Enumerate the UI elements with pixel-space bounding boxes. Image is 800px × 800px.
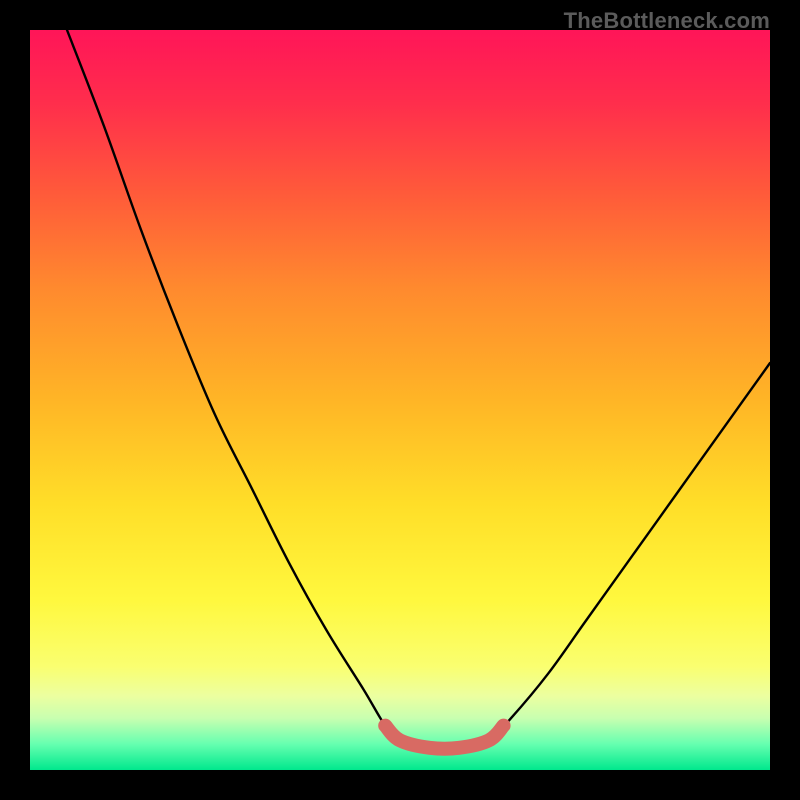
bottleneck-curve-line bbox=[67, 30, 770, 749]
chart-lines-layer bbox=[30, 30, 770, 770]
highlight-band-line bbox=[385, 726, 503, 749]
chart-plot-area bbox=[30, 30, 770, 770]
